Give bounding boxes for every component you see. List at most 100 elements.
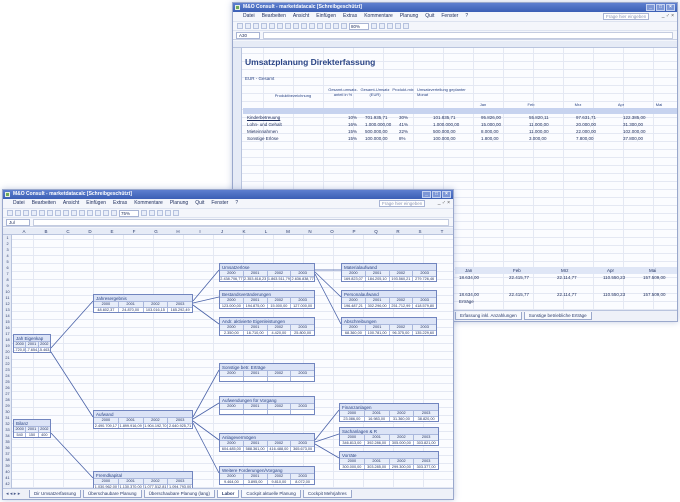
menu-ansicht[interactable]: Ansicht	[293, 12, 309, 21]
tab-erfassung[interactable]: Erfassung inkl. Anzahlungen	[455, 312, 522, 320]
help-search-input[interactable]: Frage hier eingeben	[603, 13, 649, 20]
border-icon[interactable]	[395, 23, 401, 29]
box-eigenleistungen[interactable]: Andr. aktivierte Eigenleistungen 2000 200…	[219, 317, 315, 336]
help-icon[interactable]	[371, 23, 377, 29]
bold-icon[interactable]	[379, 23, 385, 29]
undo-icon[interactable]	[309, 23, 315, 29]
name-box[interactable]: Jul	[6, 218, 30, 226]
menu-extras[interactable]: Extras	[113, 199, 127, 208]
print-icon[interactable]	[261, 23, 267, 29]
column-letter[interactable]: Q	[365, 228, 387, 235]
spell-icon[interactable]	[277, 23, 283, 29]
menu-help[interactable]: ?	[235, 199, 238, 208]
menu-quit[interactable]: Quit	[195, 199, 204, 208]
box-sonstige-ertraege[interactable]: Sonstige betr. Erträge 2000 2001 2002 2003	[219, 363, 315, 382]
column-letter[interactable]: D	[79, 228, 101, 235]
column-letter[interactable]: R	[387, 228, 409, 235]
table-row[interactable]: Lohn- und Gehalt 16% 1.000.000,00 41% 1.…	[243, 121, 677, 128]
column-letter[interactable]: O	[321, 228, 343, 235]
help-icon[interactable]	[141, 210, 147, 216]
box-finanzanlagen[interactable]: Finanzanlagen 2000 2001 2002 2003 23.086,00…	[339, 403, 439, 422]
box-forderungen[interactable]: Weitere Forderungen/Vorgang 2000 2001 2002…	[219, 466, 315, 485]
workbook-window-controls[interactable]: _ ♂ ×	[662, 12, 674, 21]
menu-help[interactable]: ?	[465, 12, 468, 21]
column-letter[interactable]: S	[409, 228, 431, 235]
sum-icon[interactable]	[325, 23, 331, 29]
paste-icon[interactable]	[71, 210, 77, 216]
box-jahresergebnis[interactable]: Jahresergebnis 2000 2001 2002 2003 48.602,3…	[93, 294, 193, 313]
menu-kommentare[interactable]: Kommentare	[134, 199, 163, 208]
back-window-controls[interactable]: _ □ ×	[646, 4, 675, 11]
preview-icon[interactable]	[269, 23, 275, 29]
menu-planung[interactable]: Planung	[170, 199, 188, 208]
zoom-select[interactable]: 75%	[119, 209, 139, 217]
tab-sonstige-ertraege[interactable]: Sonstige betriebliche Erträge	[523, 312, 592, 320]
table-row[interactable]: Kinderbetreuung 10% 701.935,71 30% 101.8…	[243, 114, 677, 121]
new-icon[interactable]	[237, 23, 243, 29]
spell-icon[interactable]	[47, 210, 53, 216]
column-letter[interactable]: M	[277, 228, 299, 235]
zoom-select[interactable]: 80%	[349, 22, 369, 30]
box-umsatzerloese[interactable]: Umsatzerlöse 2000 2001 2002 2003 2.438.706,…	[219, 263, 315, 282]
fill-icon[interactable]	[173, 210, 179, 216]
minimize-icon[interactable]: _	[646, 4, 655, 11]
maximize-icon[interactable]: □	[432, 191, 441, 198]
menu-einfuegen[interactable]: Einfügen	[316, 12, 336, 21]
preview-icon[interactable]	[39, 210, 45, 216]
box-abschreibungen[interactable]: Abschreibungen 2000 2001 2002 2003 68.360,0…	[341, 317, 437, 336]
box-personalaufwand[interactable]: Personalaufwand 2000 2001 2002 2003 196.487…	[341, 290, 437, 309]
save-icon[interactable]	[23, 210, 29, 216]
close-icon[interactable]: ×	[442, 191, 451, 198]
tab-ueberschaubare-planung[interactable]: Überschaubare Planung	[83, 490, 142, 498]
box-aufwendungen[interactable]: Aufwendungen für Vorgang 2000 2001 2002 200…	[219, 396, 315, 415]
workbook-window-controls[interactable]: _ ♂ ×	[438, 199, 450, 208]
tab-labor[interactable]: Labor	[216, 490, 240, 498]
column-letter[interactable]: H	[167, 228, 189, 235]
format-icon[interactable]	[157, 210, 163, 216]
column-letter[interactable]: C	[57, 228, 79, 235]
sort-icon[interactable]	[333, 23, 339, 29]
open-icon[interactable]	[15, 210, 21, 216]
cut-icon[interactable]	[55, 210, 61, 216]
formula-input[interactable]	[33, 218, 449, 226]
tab-dir-umsatzerfassung[interactable]: Dir Umsatzerfassung	[29, 490, 82, 498]
menu-fenster[interactable]: Fenster	[211, 199, 228, 208]
table-row[interactable]: Mieteinnahmen 15% 500.000,00 22% 500.000…	[243, 128, 677, 135]
tab-ueberschaubare-planung-lang[interactable]: Überschaubare Planung (lang)	[143, 490, 215, 498]
sort-icon[interactable]	[103, 210, 109, 216]
bold-icon[interactable]	[149, 210, 155, 216]
column-letter[interactable]: B	[35, 228, 57, 235]
menu-datei[interactable]: Datei	[243, 12, 255, 21]
maximize-icon[interactable]: □	[656, 4, 665, 11]
box-eigenkapital[interactable]: Jah Eigenkap 200020012002 -720,0-7.654,5…	[13, 334, 51, 353]
help-search-input[interactable]: Frage hier eingeben	[379, 200, 425, 207]
close-icon[interactable]: ×	[666, 4, 675, 11]
menu-datei[interactable]: Datei	[13, 199, 25, 208]
formula-input[interactable]	[263, 31, 673, 39]
column-letter[interactable]: F	[123, 228, 145, 235]
undo-icon[interactable]	[79, 210, 85, 216]
column-letter[interactable]: K	[233, 228, 255, 235]
menu-planung[interactable]: Planung	[400, 12, 418, 21]
print-icon[interactable]	[31, 210, 37, 216]
sum-icon[interactable]	[95, 210, 101, 216]
open-icon[interactable]	[245, 23, 251, 29]
tab-cockpit-mehrjahres[interactable]: Cockpit Mehrjahres	[302, 490, 352, 498]
menu-extras[interactable]: Extras	[343, 12, 357, 21]
column-letter[interactable]: A	[13, 228, 35, 235]
copy-icon[interactable]	[293, 23, 299, 29]
minimize-icon[interactable]: _	[422, 191, 431, 198]
box-materialaufwand[interactable]: Materialaufwand 2000 2001 2002 2003 169.823…	[341, 263, 437, 282]
column-letter[interactable]: I	[189, 228, 211, 235]
cut-icon[interactable]	[285, 23, 291, 29]
column-letter[interactable]: G	[145, 228, 167, 235]
column-letter[interactable]: N	[299, 228, 321, 235]
tab-cockpit-aktuelle-planung[interactable]: Cockpit aktuelle Planung	[241, 490, 301, 498]
box-bestandsveraenderungen[interactable]: Bestandsveränderungen 2000 2001 2002 2003 1…	[219, 290, 315, 309]
name-box[interactable]: A30	[236, 31, 260, 39]
new-icon[interactable]	[7, 210, 13, 216]
paste-icon[interactable]	[301, 23, 307, 29]
box-aufwand[interactable]: Aufwand 2000 2001 2002 2003 2.490.709,17 1.8…	[93, 410, 193, 429]
menu-ansicht[interactable]: Ansicht	[63, 199, 79, 208]
menu-bearbeiten[interactable]: Bearbeiten	[32, 199, 56, 208]
